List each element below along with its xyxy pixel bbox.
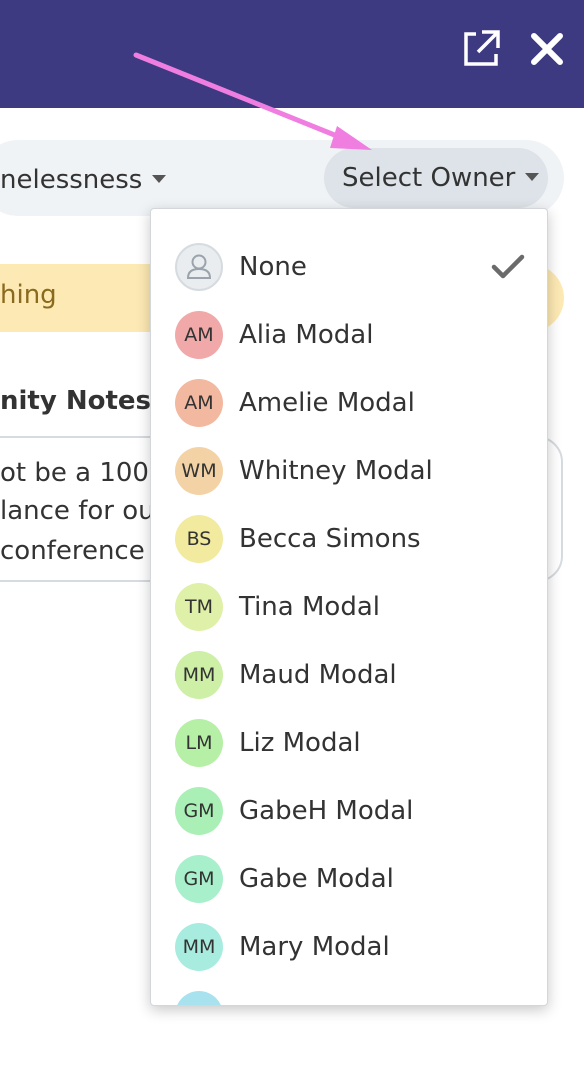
chevron-down-icon [152, 174, 167, 183]
owner-option-label: Mary Modal [239, 932, 390, 962]
owner-option[interactable]: WM Whitney Modal [151, 437, 547, 505]
status-banner-text: hing [0, 280, 57, 310]
avatar: BS [175, 515, 223, 563]
avatar: WM [175, 447, 223, 495]
open-external-icon[interactable] [460, 28, 502, 70]
owner-option[interactable]: TM Tina Modal [151, 573, 547, 641]
notes-title: nity Notes [0, 386, 152, 416]
owner-option-label: Tina Modal [239, 592, 380, 622]
avatar: MM [175, 923, 223, 971]
owner-option[interactable]: GM GabeH Modal [151, 777, 547, 845]
tag-filter-label: nelessness [0, 165, 143, 195]
select-owner-label: Select Owner [342, 163, 516, 193]
avatar: GM [175, 787, 223, 835]
tag-filter-dropdown[interactable]: nelessness [0, 158, 167, 202]
owner-option[interactable]: LM Liz Modal [151, 709, 547, 777]
avatar: GM [175, 855, 223, 903]
owner-option-label: Becca Simons [239, 524, 421, 554]
owner-option[interactable]: None [151, 233, 547, 301]
chevron-down-icon [525, 172, 540, 181]
avatar: TM [175, 583, 223, 631]
owner-option-label: Liz Modal [239, 728, 361, 758]
owner-option-label: Maud Modal [239, 660, 397, 690]
avatar [175, 991, 223, 1005]
checkmark-icon [491, 254, 525, 279]
owner-option-label: Amelie Modal [239, 388, 415, 418]
notes-line: lance for our [0, 496, 166, 526]
avatar: LM [175, 719, 223, 767]
owner-option-label: None [239, 252, 307, 282]
modal-header [0, 0, 584, 108]
owner-option[interactable]: AM Amelie Modal [151, 369, 547, 437]
owner-option[interactable]: AM Alia Modal [151, 301, 547, 369]
owner-dropdown-menu: None AM Alia Modal AM Amelie Modal WM Whitney … [150, 208, 548, 1006]
owner-option-label: Alia Modal [239, 320, 374, 350]
user-placeholder-icon [175, 243, 223, 291]
owner-option-label: GabeH Modal [239, 796, 414, 826]
avatar: MM [175, 651, 223, 699]
avatar: AM [175, 311, 223, 359]
select-owner-button[interactable]: Select Owner [324, 148, 548, 208]
owner-option-label: Gabe Modal [239, 864, 394, 894]
notes-line: conference [0, 536, 145, 566]
close-icon[interactable] [526, 28, 568, 70]
avatar: AM [175, 379, 223, 427]
owner-option[interactable]: BS Becca Simons [151, 505, 547, 573]
owner-option[interactable]: MM Maud Modal [151, 641, 547, 709]
owner-option-label: Whitney Modal [239, 456, 433, 486]
owner-option[interactable] [151, 981, 547, 1005]
owner-option[interactable]: GM Gabe Modal [151, 845, 547, 913]
owner-option[interactable]: MM Mary Modal [151, 913, 547, 981]
notes-line: ot be a 100% [0, 458, 174, 488]
